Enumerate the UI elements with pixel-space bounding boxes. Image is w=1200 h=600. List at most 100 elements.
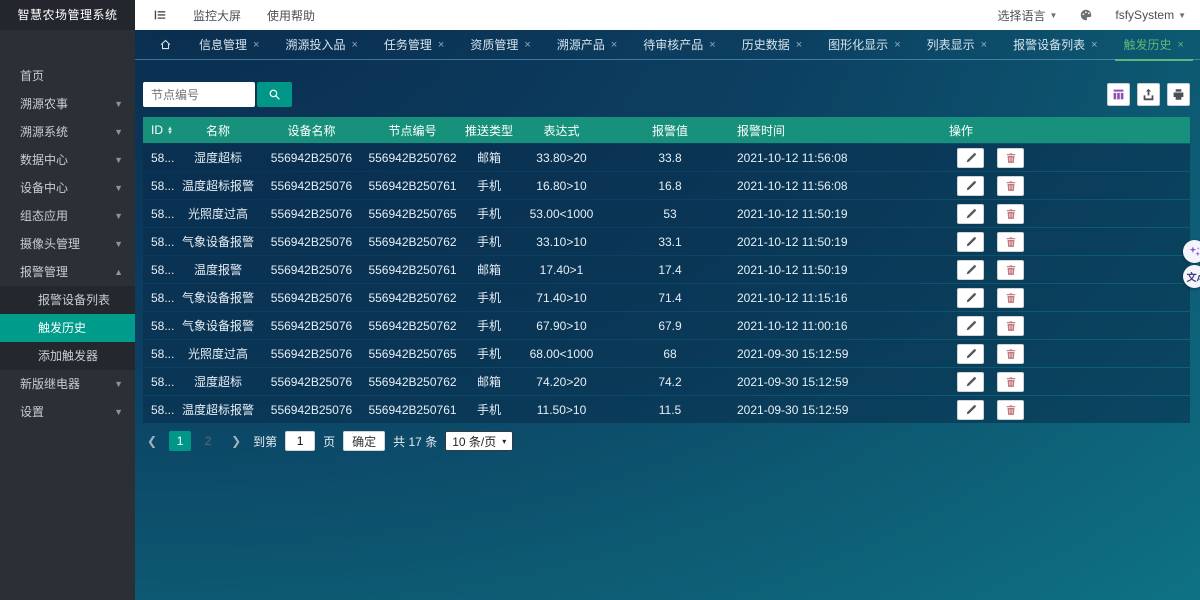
chevron-down-icon: ▼ bbox=[114, 90, 123, 118]
edit-icon bbox=[965, 264, 977, 276]
close-icon[interactable]: × bbox=[351, 30, 357, 60]
close-icon[interactable]: × bbox=[611, 30, 617, 60]
edit-button[interactable] bbox=[957, 316, 984, 336]
page-button[interactable]: 2 bbox=[197, 431, 219, 451]
tab-item[interactable]: 溯源投入品× bbox=[272, 30, 370, 60]
tab-item[interactable]: 溯源产品× bbox=[544, 30, 630, 60]
edit-button[interactable] bbox=[957, 400, 984, 420]
close-icon[interactable]: × bbox=[981, 30, 987, 60]
edit-button[interactable] bbox=[957, 176, 984, 196]
search-button[interactable] bbox=[257, 82, 292, 107]
page-button[interactable]: 1 bbox=[169, 431, 191, 451]
sidebar-item[interactable]: 数据中心▼ bbox=[0, 146, 135, 174]
filter-columns-button[interactable] bbox=[1107, 83, 1130, 106]
edit-button[interactable] bbox=[957, 148, 984, 168]
close-icon[interactable]: × bbox=[524, 30, 530, 60]
ai-assistant-button[interactable] bbox=[1183, 240, 1200, 263]
close-icon[interactable]: × bbox=[1091, 30, 1097, 60]
tab-item[interactable]: 资质管理× bbox=[457, 30, 543, 60]
tab-item[interactable]: 信息管理× bbox=[186, 30, 272, 60]
cell-operations bbox=[905, 232, 1190, 252]
close-icon[interactable]: × bbox=[894, 30, 900, 60]
sidebar-item[interactable]: 摄像头管理▼ bbox=[0, 230, 135, 258]
edit-button[interactable] bbox=[957, 260, 984, 280]
confirm-button[interactable]: 确定 bbox=[343, 431, 385, 451]
tab-item[interactable]: 列表显示× bbox=[914, 30, 1000, 60]
cell-operations bbox=[905, 204, 1190, 224]
user-menu[interactable]: fsfySystem ▼ bbox=[1115, 8, 1186, 22]
close-icon[interactable]: × bbox=[438, 30, 444, 60]
fold-menu-icon[interactable] bbox=[153, 8, 167, 22]
sidebar-item[interactable]: 触发历史 bbox=[0, 314, 135, 342]
tab-label: 溯源产品 bbox=[557, 30, 605, 60]
sort-icon[interactable]: ▲▼ bbox=[167, 127, 173, 135]
sidebar-item[interactable]: 新版继电器▼ bbox=[0, 370, 135, 398]
sidebar-item[interactable]: 溯源系统▼ bbox=[0, 118, 135, 146]
cell-operations bbox=[905, 344, 1190, 364]
help-link[interactable]: 使用帮助 bbox=[267, 7, 315, 24]
tab-active[interactable]: 触发历史× bbox=[1111, 30, 1197, 60]
close-icon[interactable]: × bbox=[253, 30, 259, 60]
table-row: 58...光照度过高556942B25076556942B250765手机53.… bbox=[143, 200, 1190, 227]
per-page-select[interactable]: 10 条/页 ▾ bbox=[445, 431, 513, 451]
goto-page-input[interactable] bbox=[285, 431, 315, 451]
delete-button[interactable] bbox=[997, 316, 1024, 336]
print-icon bbox=[1172, 88, 1185, 101]
edit-button[interactable] bbox=[957, 232, 984, 252]
column-header[interactable]: ID▲▼ bbox=[143, 123, 178, 137]
search-input[interactable] bbox=[143, 82, 255, 107]
delete-button[interactable] bbox=[997, 344, 1024, 364]
username: fsfySystem bbox=[1115, 8, 1174, 22]
export-icon bbox=[1142, 88, 1155, 101]
tab-item[interactable]: 报警设备列表× bbox=[1000, 30, 1110, 60]
export-button[interactable] bbox=[1137, 83, 1160, 106]
chevron-down-icon: ▾ bbox=[502, 437, 506, 446]
close-icon[interactable]: × bbox=[1178, 30, 1184, 60]
page-label: 页 bbox=[323, 433, 335, 450]
monitor-screen-link[interactable]: 监控大屏 bbox=[193, 7, 241, 24]
sidebar-item[interactable]: 组态应用▼ bbox=[0, 202, 135, 230]
edit-button[interactable] bbox=[957, 372, 984, 392]
column-header: 报警值 bbox=[605, 122, 735, 139]
sidebar-item[interactable]: 设置▼ bbox=[0, 398, 135, 426]
delete-button[interactable] bbox=[997, 176, 1024, 196]
delete-button[interactable] bbox=[997, 372, 1024, 392]
cell-time: 2021-10-12 11:00:16 bbox=[735, 319, 905, 333]
chevron-down-icon: ▼ bbox=[1049, 11, 1057, 20]
sidebar-item[interactable]: 首页 bbox=[0, 62, 135, 90]
delete-button[interactable] bbox=[997, 260, 1024, 280]
sidebar-item[interactable]: 报警设备列表 bbox=[0, 286, 135, 314]
sidebar-item[interactable]: 报警管理▲ bbox=[0, 258, 135, 286]
tab-item[interactable]: 历史数据× bbox=[729, 30, 815, 60]
edit-button[interactable] bbox=[957, 204, 984, 224]
cell-push: 手机 bbox=[460, 233, 518, 250]
edit-button[interactable] bbox=[957, 344, 984, 364]
cell-time: 2021-10-12 11:50:19 bbox=[735, 235, 905, 249]
close-icon[interactable]: × bbox=[709, 30, 715, 60]
sidebar-item[interactable]: 设备中心▼ bbox=[0, 174, 135, 202]
cell-node: 556942B250762 bbox=[365, 151, 460, 165]
delete-button[interactable] bbox=[997, 232, 1024, 252]
tab-home[interactable] bbox=[145, 30, 186, 60]
delete-button[interactable] bbox=[997, 288, 1024, 308]
theme-icon[interactable] bbox=[1079, 8, 1093, 22]
delete-button[interactable] bbox=[997, 148, 1024, 168]
tab-item[interactable]: 任务管理× bbox=[371, 30, 457, 60]
close-icon[interactable]: × bbox=[796, 30, 802, 60]
cell-id: 58... bbox=[143, 151, 178, 165]
cell-device: 556942B25076 bbox=[258, 179, 365, 193]
sidebar-item[interactable]: 添加触发器 bbox=[0, 342, 135, 370]
delete-icon bbox=[1005, 376, 1017, 388]
prev-page-button[interactable]: ❮ bbox=[143, 434, 161, 448]
delete-button[interactable] bbox=[997, 204, 1024, 224]
language-select[interactable]: 选择语言 ▼ bbox=[997, 7, 1057, 24]
app-window: 智慧农场管理系统 首页溯源农事▼溯源系统▼数据中心▼设备中心▼组态应用▼摄像头管… bbox=[0, 0, 1200, 600]
edit-button[interactable] bbox=[957, 288, 984, 308]
tab-item[interactable]: 待审核产品× bbox=[630, 30, 728, 60]
print-button[interactable] bbox=[1167, 83, 1190, 106]
translate-button[interactable]: 文A bbox=[1183, 265, 1200, 288]
delete-button[interactable] bbox=[997, 400, 1024, 420]
tab-item[interactable]: 图形化显示× bbox=[815, 30, 913, 60]
sidebar-item[interactable]: 溯源农事▼ bbox=[0, 90, 135, 118]
next-page-button[interactable]: ❯ bbox=[227, 434, 245, 448]
